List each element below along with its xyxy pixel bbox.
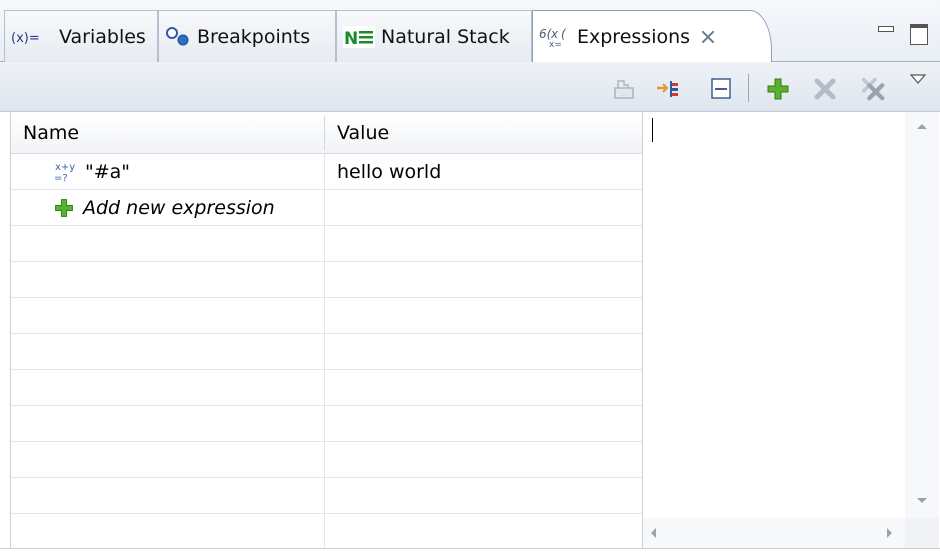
scrollbar-corner: [905, 518, 939, 548]
tab-label: Breakpoints: [197, 25, 311, 48]
collapse-all-icon: [711, 78, 731, 99]
svg-text:x: x: [550, 27, 559, 41]
breakpoints-icon: [165, 26, 191, 48]
remove-icon: [814, 78, 836, 100]
svg-text:x+y: x+y: [55, 162, 75, 173]
svg-text:(: (: [561, 27, 567, 41]
remove-all-icon: [861, 77, 885, 101]
table-row: [11, 406, 642, 442]
table-row[interactable]: x+y =? "#a" hello world: [11, 154, 642, 190]
table-row: [11, 226, 642, 262]
logical-structure-icon: [657, 81, 678, 97]
table-row: [11, 514, 642, 548]
remove-expression-button[interactable]: [812, 76, 838, 102]
expressions-tree: Name Value x+y =? "#a" hello world Add n…: [10, 112, 642, 548]
toolbar-separator: [748, 74, 749, 102]
table-row: [11, 262, 642, 298]
svg-text:x=: x=: [549, 40, 562, 48]
show-logical-structure-button[interactable]: [655, 76, 681, 102]
view-bottom-border: [0, 548, 940, 555]
view-tab-strip: (x)= Variables Breakpoints N Natural Sta…: [0, 0, 940, 63]
expressions-icon: 6( x ( x=: [539, 26, 571, 48]
column-header-value[interactable]: Value: [337, 112, 389, 154]
scroll-right-icon[interactable]: [887, 528, 892, 538]
scroll-left-icon[interactable]: [651, 528, 656, 538]
text-caret: [652, 118, 653, 142]
tab-variables[interactable]: (x)= Variables: [4, 10, 158, 62]
variables-icon: (x)=: [11, 27, 53, 47]
column-divider[interactable]: [324, 116, 325, 150]
type-names-icon: ...: [614, 80, 634, 99]
view-toolbar: ...: [0, 62, 940, 112]
tab-breakpoints[interactable]: Breakpoints: [158, 10, 336, 62]
svg-text:N: N: [344, 29, 358, 48]
plus-icon: [767, 78, 789, 100]
table-row: [11, 442, 642, 478]
tab-label: Variables: [59, 25, 146, 48]
column-header-name[interactable]: Name: [23, 112, 79, 154]
expressions-view: (x)= Variables Breakpoints N Natural Sta…: [0, 0, 940, 555]
minimize-icon[interactable]: [875, 22, 897, 40]
table-row: [11, 478, 642, 514]
scroll-up-icon[interactable]: [917, 124, 927, 129]
remove-all-expressions-button[interactable]: [860, 76, 886, 102]
add-watch-expression-button[interactable]: [765, 76, 791, 102]
scroll-down-icon[interactable]: [917, 498, 927, 503]
expression-text: "#a": [85, 160, 131, 183]
close-icon[interactable]: [700, 29, 716, 45]
show-type-names-button[interactable]: ...: [612, 76, 638, 102]
detail-pane[interactable]: [642, 112, 939, 548]
horizontal-scrollbar[interactable]: [643, 518, 905, 548]
add-expression-cell: Add new expression: [53, 190, 275, 225]
tab-natural-stack[interactable]: N Natural Stack: [336, 10, 532, 62]
collapse-all-button[interactable]: [709, 76, 735, 102]
add-new-expression-label: Add new expression: [83, 196, 275, 219]
table-row[interactable]: Add new expression: [11, 190, 642, 226]
svg-text:(x)=: (x)=: [11, 31, 40, 46]
add-expression-icon: [53, 197, 75, 219]
table-row: [11, 334, 642, 370]
maximize-icon[interactable]: [908, 22, 930, 45]
view-menu-icon: [909, 74, 927, 84]
view-menu-button[interactable]: [905, 66, 931, 92]
tab-label: Natural Stack: [381, 25, 510, 48]
expression-name-cell: x+y =? "#a": [53, 154, 130, 189]
svg-text:=?: =?: [54, 173, 68, 184]
svg-text:...: ...: [620, 91, 626, 98]
watch-expression-icon: x+y =?: [53, 160, 77, 184]
table-header: Name Value: [11, 112, 642, 154]
vertical-scrollbar[interactable]: [905, 112, 939, 518]
tab-label: Expressions: [577, 26, 691, 48]
tab-expressions[interactable]: 6( x ( x= Expressions: [532, 10, 772, 63]
expression-value-cell: hello world: [337, 160, 442, 183]
natural-stack-icon: N: [343, 25, 375, 48]
table-row: [11, 370, 642, 406]
table-row: [11, 298, 642, 334]
